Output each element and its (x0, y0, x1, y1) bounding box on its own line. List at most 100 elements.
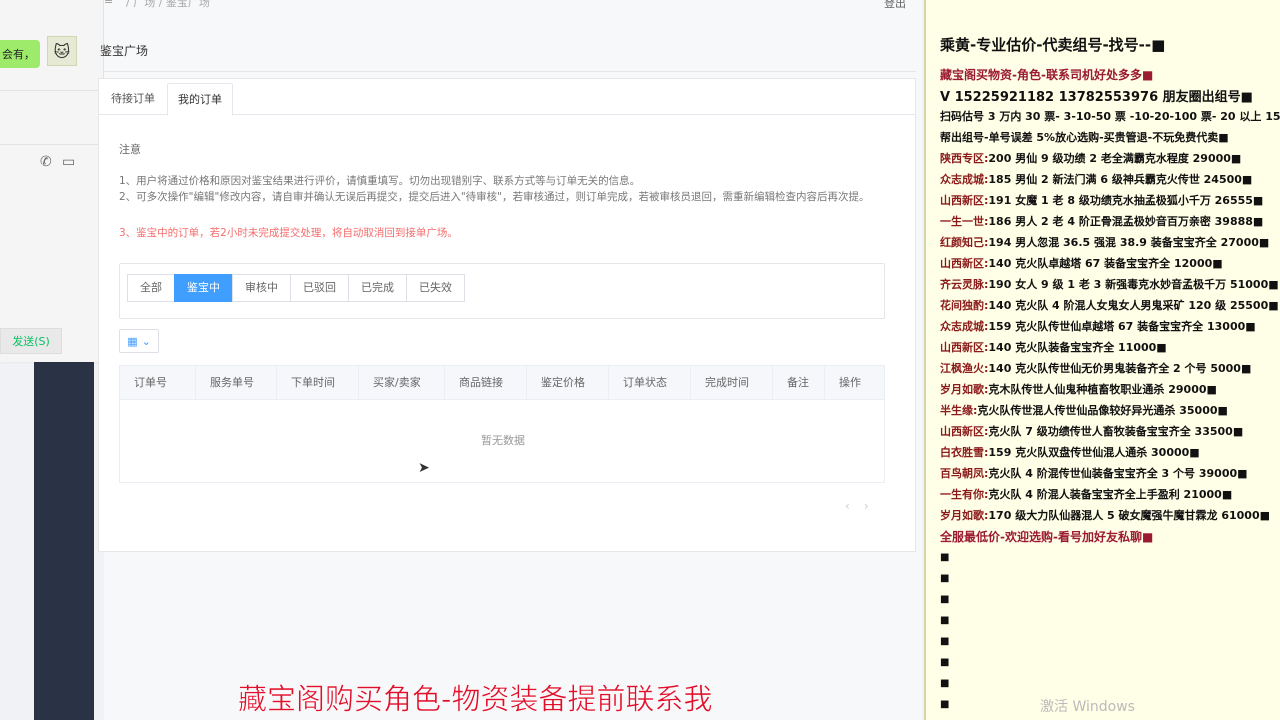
notice-item-warning: 3、鉴宝中的订单，若2小时未完成提交处理，将自动取消回到接单广场。 (119, 227, 458, 239)
listing-server: 众志成城: (940, 320, 989, 333)
listing-desc: 克火队 7 级功绩传世人畜牧装备宝宝齐全 33500■ (988, 425, 1244, 438)
bullet-square: ■ (940, 657, 950, 668)
chat-panel: 会有， 🐱 ✆ ▭ 发送(S) (0, 0, 104, 362)
listing-server: 白衣胜雪: (940, 446, 989, 459)
ad-panel: 乘黄-专业估价-代卖组号-找号--■ 藏宝阁买物资-角色-联系司机好处多多■ V… (924, 0, 1280, 720)
listing-row: 众志成城:159 克火队传世仙卓越塔 67 装备宝宝齐全 13000■ (940, 318, 1256, 334)
listing-server: 众志成城: (940, 173, 989, 186)
listing-row: 半生缘:克火队传世混人传世仙品像较好异光通杀 35000■ (940, 402, 1228, 418)
chat-divider (0, 90, 104, 91)
listing-server: 山西新区: (940, 257, 989, 270)
listing-desc: 克火队传世混人传世仙品像较好异光通杀 35000■ (977, 404, 1228, 417)
status-filter-group: 全部 鉴宝中 审核中 已驳回 已完成 已失效 (127, 274, 465, 302)
listing-row: 岁月如歌:170 级大力队仙器混人 5 破女魔强牛魔甘霖龙 61000■ (940, 507, 1270, 523)
listing-server: 岁月如歌: (940, 383, 989, 396)
listing-row: 花间独酌:140 克火队 4 阶混人女鬼女人男鬼采矿 120 级 25500■ (940, 297, 1279, 313)
listing-desc: 170 级大力队仙器混人 5 破女魔强牛魔甘霖龙 61000■ (988, 509, 1271, 522)
pagination: ‹› (845, 499, 883, 513)
filter-reviewing[interactable]: 审核中 (232, 274, 291, 302)
notice-item: 2、可多次操作"编辑"修改内容，请自审并确认无误后再提交，提交后进入"待审核"，… (119, 191, 870, 203)
listing-server: 红颜知己: (940, 236, 989, 249)
column-header[interactable]: 订单号 (120, 366, 196, 400)
listing-server: 半生缘: (940, 404, 978, 417)
listing-desc: 克火队 4 阶混传世仙装备宝宝齐全 3 个号 39000■ (988, 467, 1248, 480)
filter-all[interactable]: 全部 (127, 274, 175, 302)
listing-row: 江枫渔火:140 克火队传世仙无价男鬼装备齐全 2 个号 5000■ (940, 360, 1251, 376)
listing-row: 岁月如歌:克木队传世人仙鬼种植畜牧职业通杀 29000■ (940, 381, 1217, 397)
orders-table: 订单号 服务单号 下单时间 买家/卖家 商品链接 鉴定价格 订单状态 完成时间 … (119, 365, 885, 483)
listing-server: 江枫渔火: (940, 362, 989, 375)
phone-icon[interactable]: ✆ (40, 154, 52, 170)
column-header[interactable]: 备注 (773, 366, 825, 400)
listing-row: 白衣胜雪:159 克火队双盘传世仙混人通杀 30000■ (940, 444, 1200, 460)
breadcrumb-item[interactable]: 广场 (133, 0, 155, 9)
listing-server: 花间独酌: (940, 299, 989, 312)
cat-avatar-icon[interactable]: 🐱 (47, 36, 77, 66)
listing-desc: 159 克火队传世仙卓越塔 67 装备宝宝齐全 13000■ (988, 320, 1256, 333)
table-header: 订单号 服务单号 下单时间 买家/卖家 商品链接 鉴定价格 订单状态 完成时间 … (120, 366, 884, 400)
column-settings-button[interactable]: ▦ ⌄ (119, 329, 159, 353)
page-title: 鉴宝广场 (100, 44, 149, 58)
tab-bar: 待接订单 我的订单 (99, 83, 915, 116)
column-header[interactable]: 操作 (825, 366, 884, 400)
tab-my-orders[interactable]: 我的订单 (167, 83, 233, 116)
prev-page-icon[interactable]: ‹ (845, 499, 864, 513)
listing-desc: 140 克火队传世仙无价男鬼装备齐全 2 个号 5000■ (988, 362, 1252, 375)
listing-desc: 140 克火队 4 阶混人女鬼女人男鬼采矿 120 级 25500■ (988, 299, 1279, 312)
ad-title: 乘黄-专业估价-代卖组号-找号--■ (940, 36, 1166, 54)
chevron-down-icon: ⌄ (141, 334, 151, 348)
notice-heading: 注意 (119, 143, 141, 156)
filter-completed[interactable]: 已完成 (348, 274, 407, 302)
menu-icon[interactable]: ≡ (104, 0, 113, 7)
listing-row: 一生一世:186 男人 2 老 4 阶正骨混孟极妙音百万亲密 39888■ (940, 213, 1263, 229)
listing-server: 山西新区: (940, 194, 989, 207)
column-header[interactable]: 下单时间 (277, 366, 359, 400)
column-header[interactable]: 服务单号 (196, 366, 277, 400)
listing-row: 陕西专区:200 男仙 9 级功绩 2 老全满霸克水程度 29000■ (940, 150, 1241, 166)
listing-server: 一生有你: (940, 488, 989, 501)
breadcrumb: ≡ / 广场 / 鉴宝广场 (104, 0, 210, 10)
bullet-square: ■ (940, 573, 950, 584)
listing-desc: 185 男仙 2 新法门满 6 级神兵霸克火传世 24500■ (988, 173, 1253, 186)
listing-server: 百鸟朝凤: (940, 467, 989, 480)
listing-row: 百鸟朝凤:克火队 4 阶混传世仙装备宝宝齐全 3 个号 39000■ (940, 465, 1248, 481)
filter-appraising[interactable]: 鉴宝中 (174, 274, 233, 302)
grid-icon: ▦ (127, 334, 138, 348)
listing-desc: 194 男人忽混 36.5 强混 38.9 装备宝宝齐全 27000■ (988, 236, 1270, 249)
filter-rejected[interactable]: 已驳回 (290, 274, 349, 302)
bullet-square: ■ (940, 594, 950, 605)
listing-desc: 186 男人 2 老 4 阶正骨混孟极妙音百万亲密 39888■ (988, 215, 1264, 228)
tab-pending-orders[interactable]: 待接订单 (101, 83, 165, 116)
next-page-icon[interactable]: › (864, 499, 883, 513)
main-content: ≡ / 广场 / 鉴宝广场 登出 鉴宝广场 待接订单 我的订单 注意 1、用户将… (98, 0, 922, 720)
listing-row: 山西新区:140 克火队装备宝宝齐全 11000■ (940, 339, 1167, 355)
column-header[interactable]: 订单状态 (609, 366, 691, 400)
breadcrumb-item: 鉴宝广场 (165, 0, 210, 9)
ad-subtitle: 藏宝阁买物资-角色-联系司机好处多多■ (940, 68, 1154, 82)
column-header[interactable]: 商品链接 (445, 366, 527, 400)
ad-contact: V 15225921182 13782553976 朋友圈出组号■ (940, 90, 1253, 105)
listing-row: 齐云灵脉:190 女人 9 级 1 老 3 新强毒克水妙音孟极千万 51000■ (940, 276, 1279, 292)
listing-desc: 克木队传世人仙鬼种植畜牧职业通杀 29000■ (988, 383, 1217, 396)
column-header[interactable]: 鉴定价格 (527, 366, 609, 400)
column-header[interactable]: 买家/卖家 (359, 366, 445, 400)
taskbar-strip (34, 360, 94, 720)
bullet-square: ■ (940, 615, 950, 626)
status-filter-box: 全部 鉴宝中 审核中 已驳回 已完成 已失效 (119, 263, 885, 319)
ad-line: 帮出组号-单号误差 5%放心选购-买贵管退-不玩免费代卖■ (940, 131, 1229, 144)
send-button[interactable]: 发送(S) (0, 328, 62, 354)
video-icon[interactable]: ▭ (62, 154, 75, 170)
title-bar: 鉴宝广场 (100, 36, 916, 72)
bullet-square: ■ (940, 636, 950, 647)
bullet-square: ■ (940, 699, 950, 710)
empty-state: 暂无数据 (481, 434, 525, 447)
logout-link[interactable]: 登出 (884, 0, 906, 11)
listing-server: 山西新区: (940, 341, 989, 354)
listing-desc: 190 女人 9 级 1 老 3 新强毒克水妙音孟极千万 51000■ (988, 278, 1279, 291)
column-header[interactable]: 完成时间 (691, 366, 773, 400)
filter-expired[interactable]: 已失效 (406, 274, 465, 302)
listing-row: 山西新区:140 克火队卓越塔 67 装备宝宝齐全 12000■ (940, 255, 1223, 271)
listing-desc: 159 克火队双盘传世仙混人通杀 30000■ (988, 446, 1200, 459)
overlay-banner: 藏宝阁购买角色-物资装备提前联系我 (238, 682, 713, 717)
notice-item: 1、用户将通过价格和原因对鉴宝结果进行评价，请慎重填写。切勿出现错别字、联系方式… (119, 175, 641, 187)
